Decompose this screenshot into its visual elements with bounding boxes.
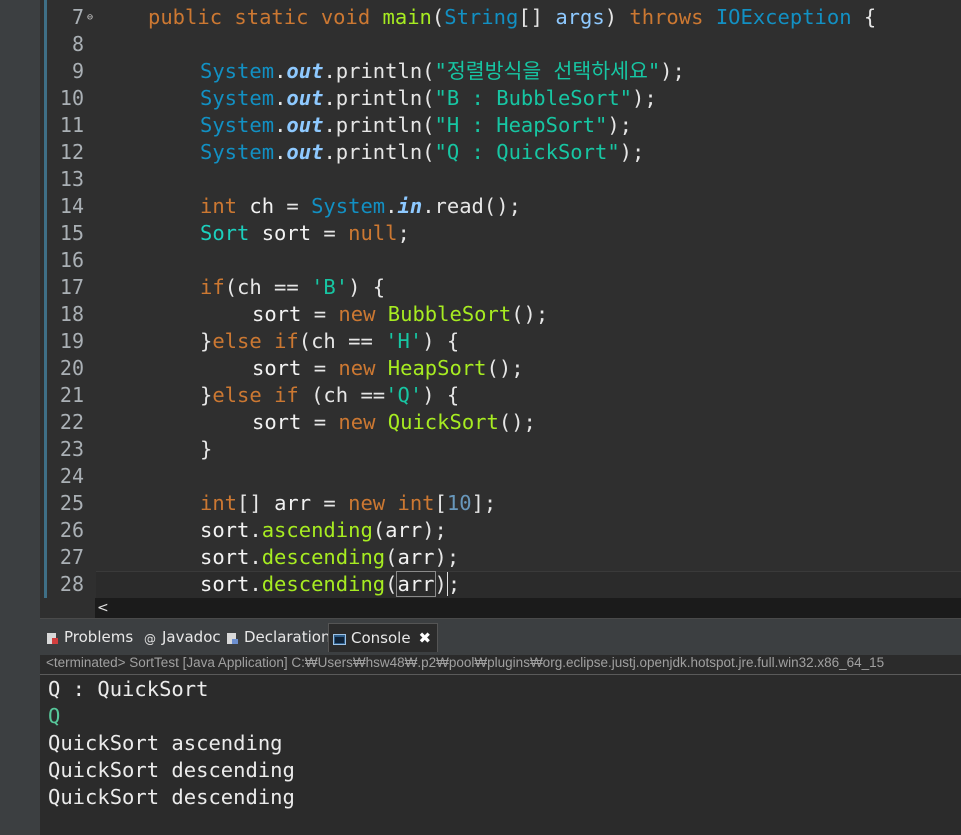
editor-line-21: 21 }else if (ch =='Q') { [40, 382, 961, 409]
code-line: System.out.println("H : HeapSort"); [200, 113, 633, 137]
editor-line-20: 20 sort = new HeapSort(); [40, 355, 961, 382]
line-number: 9 [71, 59, 84, 83]
console-status: <terminated> SortTest [Java Application]… [46, 655, 885, 670]
declaration-icon [226, 631, 239, 644]
editor-line-15: 15 Sort sort = null; [40, 220, 961, 247]
editor-horizontal-scrollbar[interactable]: < [95, 598, 961, 618]
editor-line-7: 7 ⊖ public static void main(String[] arg… [40, 4, 961, 31]
editor-line-8: 8 [40, 31, 961, 58]
line-number: 28 [59, 572, 84, 596]
tab-console[interactable]: Console ✖ [328, 623, 439, 652]
line-number: 24 [59, 464, 84, 488]
tab-label: Console [351, 629, 411, 647]
line-number: 27 [59, 545, 84, 569]
editor-line-28: 28 sort.descending(arr); [40, 571, 961, 598]
line-number: 15 [59, 221, 84, 245]
editor-line-19: 19 }else if(ch == 'H') { [40, 328, 961, 355]
code-line: } [200, 437, 213, 461]
line-number: 25 [59, 491, 84, 515]
line-number: 19 [59, 329, 84, 353]
code-line: public static void main(String[] args) t… [148, 5, 877, 29]
code-line: int ch = System.in.read(); [200, 194, 521, 218]
code-line: System.out.println("B : BubbleSort"); [200, 86, 657, 110]
tab-label: Problems [64, 628, 134, 646]
code-line: int[] arr = new int[10]; [200, 491, 497, 515]
editor-line-23: 23 } [40, 436, 961, 463]
line-number: 13 [59, 167, 84, 191]
code-line: sort = new BubbleSort(); [252, 302, 549, 326]
svg-text:@: @ [144, 632, 156, 645]
editor-line-24: 24 [40, 463, 961, 490]
editor-line-27: 27 sort.descending(arr); [40, 544, 961, 571]
editor-line-25: 25 int[] arr = new int[10]; [40, 490, 961, 517]
editor-line-9: 9 System.out.println("정렬방식을 선택하세요"); [40, 58, 961, 85]
code-line: sort = new QuickSort(); [252, 410, 536, 434]
tab-javadoc[interactable]: @ Javadoc [144, 623, 221, 651]
workbench-left-edge [0, 0, 40, 835]
line-number: 14 [59, 194, 84, 218]
line-number: 8 [71, 32, 84, 56]
editor-line-12: 12 System.out.println("Q : QuickSort"); [40, 139, 961, 166]
line-number: 21 [59, 383, 84, 407]
tab-label: Javadoc [162, 628, 221, 646]
editor-line-17: 17 if(ch == 'B') { [40, 274, 961, 301]
code-line: }else if(ch == 'H') { [200, 329, 460, 353]
editor-line-26: 26 sort.ascending(arr); [40, 517, 961, 544]
line-number: 23 [59, 437, 84, 461]
console-output-line: QuickSort ascending [48, 731, 283, 755]
console-output-line: QuickSort descending [48, 785, 295, 809]
code-editor[interactable]: 7 ⊖ public static void main(String[] arg… [40, 0, 961, 600]
line-number: 20 [59, 356, 84, 380]
divider [40, 674, 961, 675]
line-number: 26 [59, 518, 84, 542]
fold-collapse-icon[interactable]: ⊖ [87, 4, 93, 31]
console-output-line: QuickSort descending [48, 758, 295, 782]
code-line: System.out.println("Q : QuickSort"); [200, 140, 645, 164]
editor-line-18: 18 sort = new BubbleSort(); [40, 301, 961, 328]
line-number: 7 [71, 5, 84, 29]
close-icon[interactable]: ✖ [419, 629, 432, 647]
code-line: sort.ascending(arr); [200, 518, 447, 542]
line-number: 18 [59, 302, 84, 326]
console-output-line: Q : QuickSort [48, 677, 209, 701]
editor-line-16: 16 [40, 247, 961, 274]
editor-line-13: 13 [40, 166, 961, 193]
code-line: sort.descending(arr); [200, 571, 461, 597]
code-line: sort = new HeapSort(); [252, 356, 524, 380]
code-line: Sort sort = null; [200, 221, 410, 245]
scroll-left-arrow-icon[interactable]: < [97, 598, 109, 618]
line-number: 17 [59, 275, 84, 299]
code-line: sort.descending(arr); [200, 545, 460, 569]
editor-line-11: 11 System.out.println("H : HeapSort"); [40, 112, 961, 139]
line-number: 10 [59, 86, 84, 110]
editor-line-10: 10 System.out.println("B : BubbleSort"); [40, 85, 961, 112]
line-number: 22 [59, 410, 84, 434]
tab-problems[interactable]: Problems [46, 623, 133, 651]
problems-icon [46, 631, 59, 644]
tab-declaration[interactable]: Declaration [226, 623, 330, 651]
code-line: System.out.println("정렬방식을 선택하세요"); [200, 59, 685, 83]
text-caret: ; [446, 572, 461, 596]
editor-line-22: 22 sort = new QuickSort(); [40, 409, 961, 436]
javadoc-icon: @ [144, 631, 157, 646]
code-line: if(ch == 'B') { [200, 275, 386, 299]
line-number: 11 [59, 113, 84, 137]
console-icon [333, 632, 346, 645]
matched-identifier: arr [396, 571, 436, 597]
console-input-line: Q [48, 704, 61, 728]
line-number: 16 [59, 248, 84, 272]
editor-line-14: 14 int ch = System.in.read(); [40, 193, 961, 220]
line-number: 12 [59, 140, 84, 164]
view-tab-bar: Problems @ Javadoc Declaration Console ✖ [40, 618, 961, 655]
code-line: }else if (ch =='Q') { [200, 383, 460, 407]
console-panel: Problems @ Javadoc Declaration Console ✖… [40, 618, 961, 835]
tab-label: Declaration [244, 628, 331, 646]
